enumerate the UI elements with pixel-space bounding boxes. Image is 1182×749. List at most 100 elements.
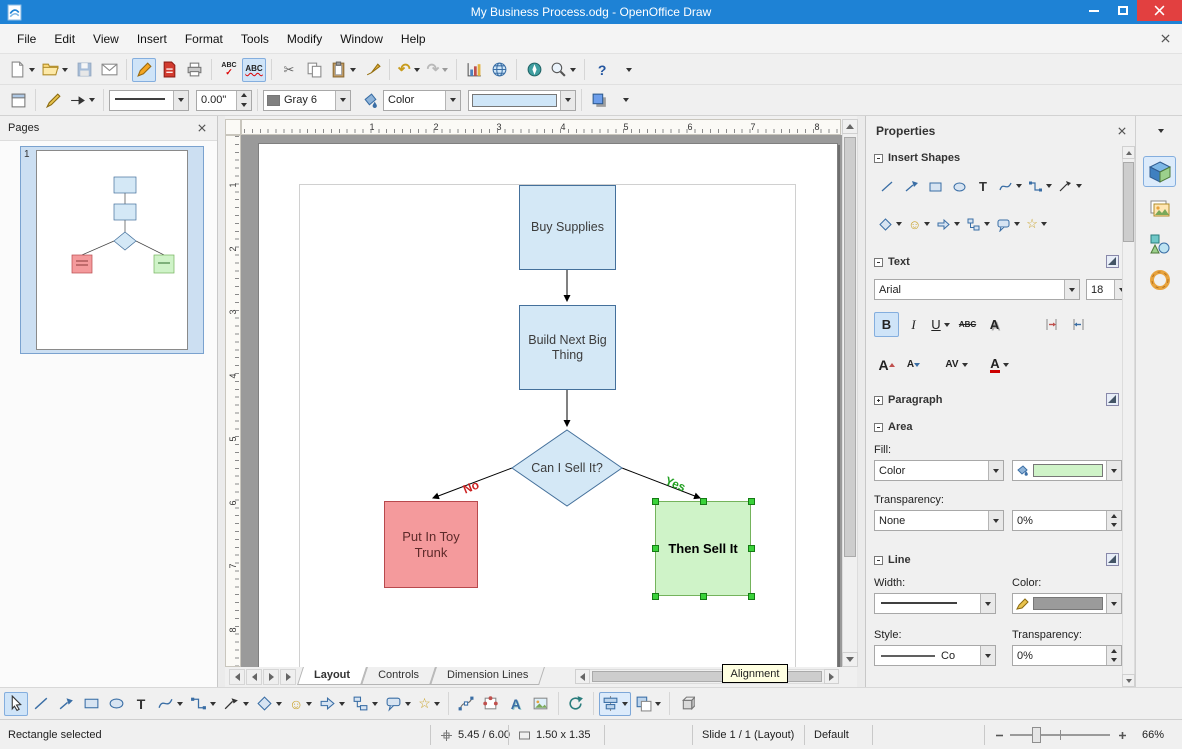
font-size-value[interactable]: 18 — [1087, 284, 1114, 296]
fill-type-value[interactable]: Color — [384, 94, 445, 106]
sidebar-tab-styles[interactable] — [1143, 264, 1176, 295]
area-fill-color-select[interactable] — [1012, 460, 1122, 481]
flowchart-shapes-button[interactable] — [964, 212, 992, 236]
edit-file-button[interactable] — [132, 57, 156, 82]
area-transparency-spin-icons[interactable] — [1106, 511, 1121, 530]
menu-help[interactable]: Help — [392, 28, 435, 50]
insert-arrow-button[interactable] — [900, 174, 922, 198]
collapse-icon[interactable] — [874, 422, 883, 432]
grow-font-button[interactable]: A — [874, 352, 899, 377]
strikethrough-button[interactable]: ABC — [955, 312, 980, 337]
fill-color-select[interactable] — [468, 89, 576, 111]
edit-points-button[interactable] — [454, 692, 478, 716]
connector-tool-button[interactable] — [187, 692, 219, 716]
vertical-ruler[interactable]: 1 2 3 4 5 6 7 8 — [225, 135, 241, 667]
flowchart-node-buy-supplies[interactable]: Buy Supplies — [519, 185, 616, 270]
pages-splitter[interactable] — [218, 116, 225, 687]
block-arrows-button[interactable] — [934, 212, 962, 236]
line-style-dropdown-icon[interactable] — [980, 646, 995, 665]
template-status[interactable]: Default — [814, 720, 849, 749]
underline-button[interactable]: U — [928, 312, 953, 337]
expand-icon[interactable] — [874, 395, 883, 405]
clone-formatting-button[interactable] — [360, 58, 384, 82]
paragraph-dialog-launcher[interactable] — [1106, 393, 1119, 406]
insert-connector-button[interactable] — [1026, 174, 1054, 198]
decrease-spacing-button[interactable] — [1066, 312, 1091, 337]
flowchart-tool-button[interactable] — [349, 692, 381, 716]
sidebar-scroll-thumb[interactable] — [1123, 162, 1134, 242]
sidebar-scroll-up-button[interactable] — [1122, 146, 1135, 159]
basic-shapes-button[interactable] — [876, 212, 904, 236]
rotate-button[interactable] — [564, 692, 588, 716]
star-shapes-button[interactable]: ☆ — [1024, 212, 1049, 236]
fill-type-dropdown-icon[interactable] — [445, 90, 460, 110]
auto-spellcheck-button[interactable]: ABC — [242, 57, 266, 82]
toolbar-overflow-button[interactable] — [615, 58, 639, 82]
lines-arrows-tool-button[interactable] — [220, 692, 252, 716]
send-mail-button[interactable] — [97, 58, 121, 82]
line-width-dropdown-icon[interactable] — [980, 594, 995, 613]
first-page-button[interactable] — [229, 669, 245, 685]
undo-button[interactable]: ↶ — [395, 58, 423, 82]
insert-chart-button[interactable] — [462, 58, 486, 82]
increase-spacing-button[interactable] — [1039, 312, 1064, 337]
ellipse-tool-button[interactable] — [104, 692, 128, 716]
menu-tools[interactable]: Tools — [232, 28, 278, 50]
line-tool-button[interactable] — [29, 692, 53, 716]
page-thumbnail[interactable]: 1 — [20, 146, 204, 354]
arrange-button[interactable] — [632, 692, 664, 716]
scroll-down-button[interactable] — [842, 652, 858, 667]
paste-button[interactable] — [327, 58, 359, 82]
next-page-button[interactable] — [263, 669, 279, 685]
sidebar-scroll-down-button[interactable] — [1122, 674, 1135, 687]
line-transparency-spin-icons[interactable] — [1106, 646, 1121, 665]
font-color-button[interactable]: A — [987, 352, 1012, 377]
menu-modify[interactable]: Modify — [278, 28, 331, 50]
area-fill-type-select[interactable]: Color — [874, 460, 1004, 481]
scroll-left-button[interactable] — [575, 669, 590, 684]
flowchart-node-put-in-toy-trunk[interactable]: Put In Toy Trunk — [384, 501, 478, 588]
menu-window[interactable]: Window — [331, 28, 392, 50]
line-arrow-tool-button[interactable] — [54, 692, 78, 716]
collapse-icon[interactable] — [874, 153, 883, 163]
rectangle-tool-button[interactable] — [79, 692, 103, 716]
insert-lines-arrows-button[interactable] — [1056, 174, 1084, 198]
basic-shapes-tool-button[interactable] — [253, 692, 285, 716]
styles-window-button[interactable] — [6, 88, 30, 112]
open-button[interactable] — [39, 58, 71, 82]
area-fill-type-dropdown-icon[interactable] — [988, 461, 1003, 480]
italic-button[interactable]: I — [901, 312, 926, 337]
selection-handle-e[interactable] — [748, 545, 755, 552]
area-transparency-type-select[interactable]: None — [874, 510, 1004, 531]
fill-color-dropdown-icon[interactable] — [560, 90, 575, 110]
text-shadow-button[interactable]: A — [982, 312, 1007, 337]
redo-button[interactable]: ↷ — [424, 58, 452, 82]
area-fill-color-dropdown-icon[interactable] — [1106, 461, 1121, 480]
hyperlink-button[interactable] — [487, 58, 511, 82]
bold-button[interactable]: B — [874, 312, 899, 337]
arrow-style-button[interactable] — [66, 88, 98, 112]
layer-tab-layout[interactable]: Layout — [297, 667, 367, 685]
insert-ellipse-button[interactable] — [948, 174, 970, 198]
insert-line-button[interactable] — [876, 174, 898, 198]
line-transparency-spinner[interactable]: 0% — [1012, 645, 1122, 666]
stars-tool-button[interactable]: ☆ — [415, 692, 443, 716]
flowchart-node-build-next-big-thing[interactable]: Build Next Big Thing — [519, 305, 616, 390]
zoom-slider-thumb[interactable] — [1032, 727, 1041, 743]
alignment-button[interactable] — [598, 691, 631, 716]
sidebar-menu-button[interactable] — [1143, 122, 1176, 140]
area-fill-type-value[interactable]: Color — [875, 465, 988, 477]
flowchart-node-then-sell-it[interactable]: Then Sell It — [655, 501, 751, 596]
symbol-shapes-tool-button[interactable]: ☺ — [286, 692, 315, 716]
insert-rectangle-button[interactable] — [924, 174, 946, 198]
sidebar-close-button[interactable] — [1115, 124, 1129, 138]
menu-format[interactable]: Format — [176, 28, 232, 50]
section-insert-shapes[interactable]: Insert Shapes — [874, 152, 960, 164]
line-dialog-button[interactable] — [41, 88, 65, 112]
close-document-button[interactable] — [1158, 32, 1172, 46]
sidebar-tab-gallery[interactable] — [1143, 192, 1176, 223]
sidebar-tab-properties[interactable] — [1143, 156, 1176, 187]
shrink-font-button[interactable]: A — [901, 352, 926, 377]
insert-picture-button[interactable] — [529, 692, 553, 716]
font-name-select[interactable]: Arial — [874, 279, 1080, 300]
